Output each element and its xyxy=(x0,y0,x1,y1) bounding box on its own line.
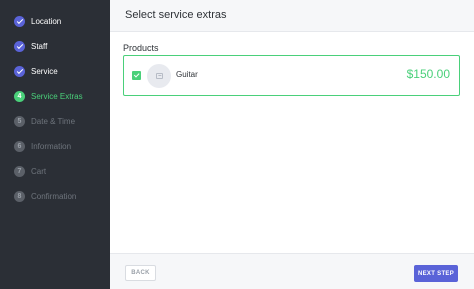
step-label: Service Extras xyxy=(31,91,83,101)
panel-header: Select service extras xyxy=(110,0,474,32)
panel-footer: BACK NEXT STEP xyxy=(110,253,474,289)
step-label: Information xyxy=(31,141,72,151)
next-step-button[interactable]: NEXT STEP xyxy=(414,265,458,282)
step-label: Staff xyxy=(31,41,48,51)
step-date-time: 5 Date & Time xyxy=(14,113,75,129)
step-label: Service xyxy=(31,66,58,76)
check-icon xyxy=(14,15,25,27)
check-icon xyxy=(133,72,140,78)
extra-item-thumbnail xyxy=(147,64,171,88)
step-cart: 7 Cart xyxy=(14,163,46,179)
step-label: Cart xyxy=(31,166,47,176)
check-icon xyxy=(14,40,25,52)
step-label: Location xyxy=(31,16,62,26)
extra-item-checkbox[interactable] xyxy=(132,71,141,80)
step-confirmation: 8 Confirmation xyxy=(14,188,76,204)
section-title-products: Products xyxy=(123,43,159,53)
back-button[interactable]: BACK xyxy=(125,265,156,281)
image-icon xyxy=(155,73,163,79)
main-panel: Select service extras Products Guitar $1… xyxy=(110,0,474,289)
check-icon xyxy=(14,65,25,77)
step-service[interactable]: Service xyxy=(14,63,58,79)
step-number: 7 xyxy=(14,165,25,177)
extra-item-card[interactable]: Guitar $150.00 xyxy=(123,55,460,96)
step-information: 6 Information xyxy=(14,138,71,154)
step-number: 5 xyxy=(14,115,25,127)
step-number: 4 xyxy=(14,90,25,102)
step-location[interactable]: Location xyxy=(14,13,61,29)
step-number: 8 xyxy=(14,190,25,202)
page-title: Select service extras xyxy=(125,9,227,21)
step-label: Confirmation xyxy=(31,191,77,201)
extra-item-name: Guitar xyxy=(176,70,198,79)
extra-item-price: $150.00 xyxy=(406,67,450,81)
step-label: Date & Time xyxy=(31,116,76,126)
step-service-extras[interactable]: 4 Service Extras xyxy=(14,88,83,104)
booking-steps-sidebar: Location Staff Service 4 Service Extras … xyxy=(0,0,110,289)
step-staff[interactable]: Staff xyxy=(14,38,47,54)
step-number: 6 xyxy=(14,140,25,152)
